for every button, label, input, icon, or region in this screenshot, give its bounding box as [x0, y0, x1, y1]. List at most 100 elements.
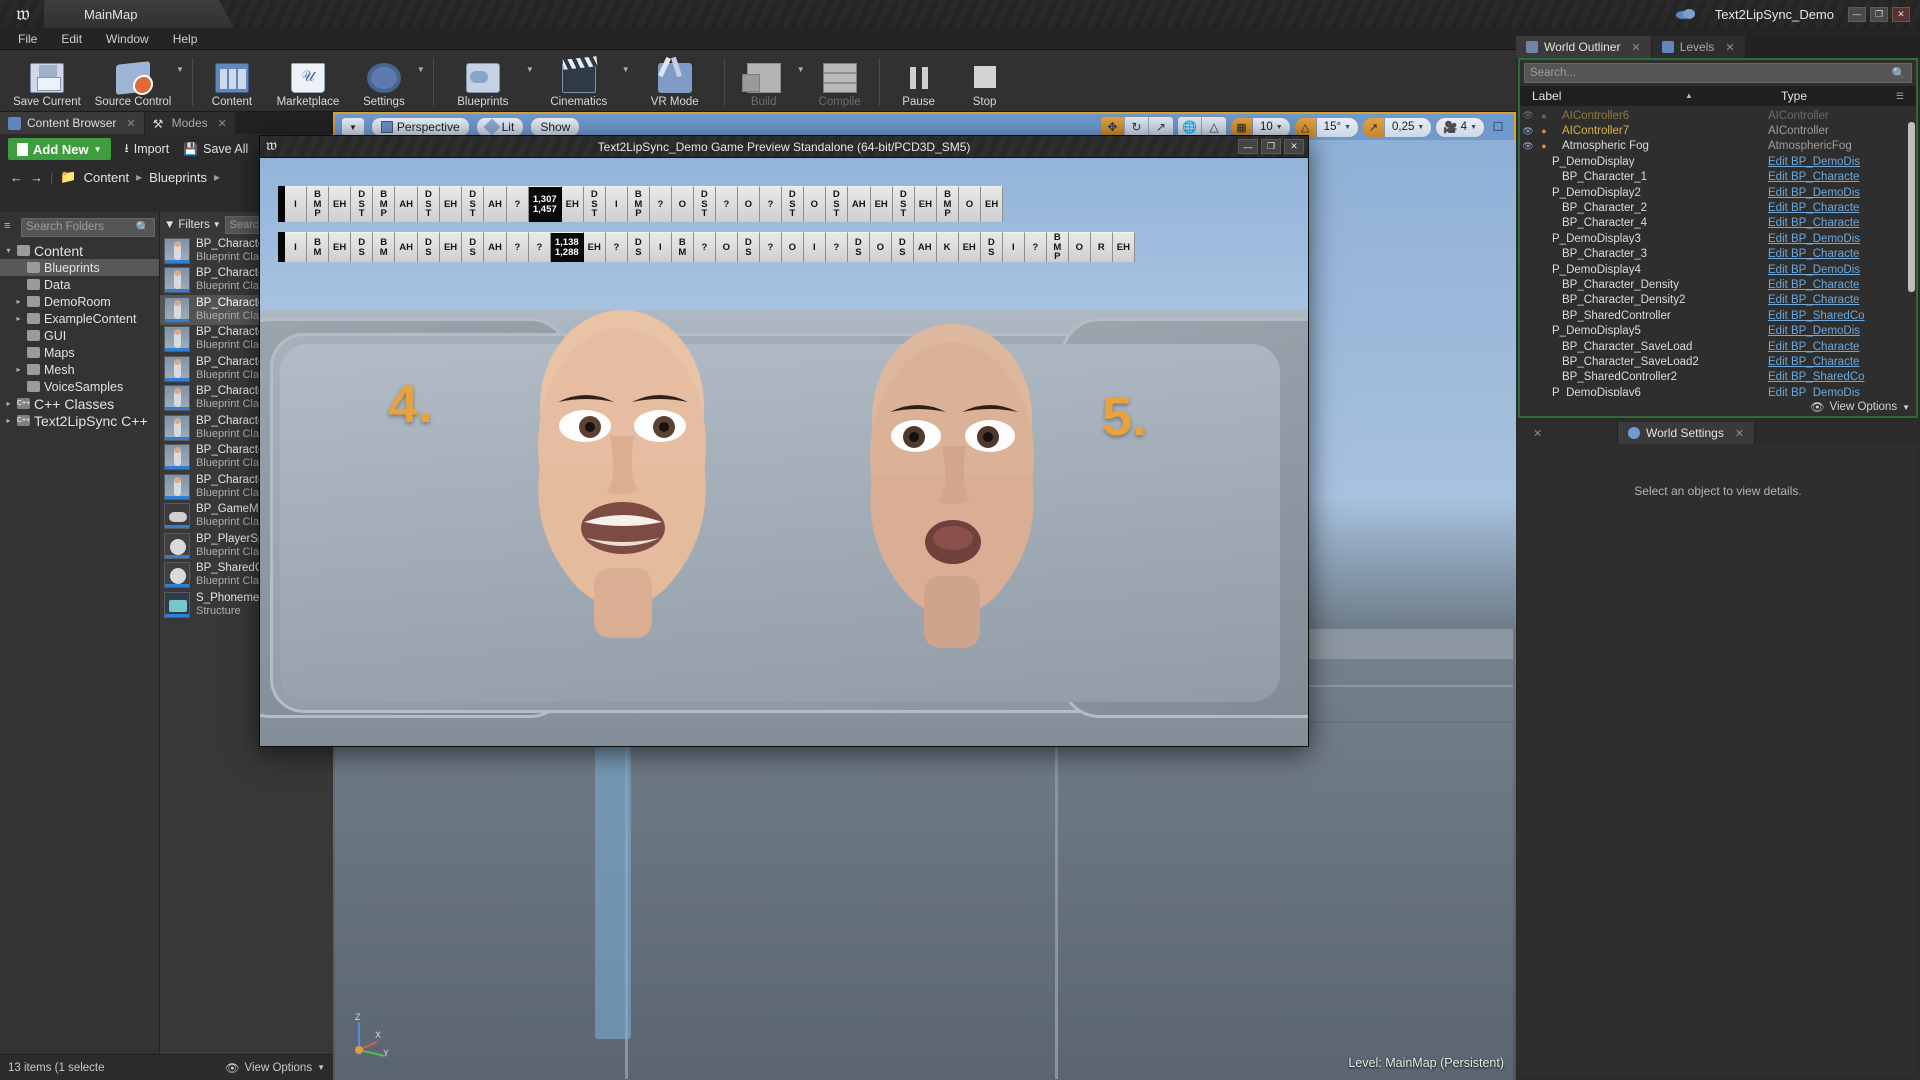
tab-close-icon[interactable]: ✕ [218, 117, 227, 130]
settings-button[interactable]: Settings [351, 53, 417, 111]
outliner-row[interactable]: P_DemoDisplay3 Edit BP_DemoDis [1520, 231, 1916, 246]
outliner-edit-link[interactable]: Edit BP_SharedCo [1768, 310, 1865, 322]
blueprints-button[interactable]: Blueprints [440, 53, 526, 111]
outliner-column-label[interactable]: Label [1520, 89, 1775, 103]
outliner-row[interactable]: BP_Character_1 Edit BP_Characte [1520, 170, 1916, 185]
tree-twisty-icon[interactable]: ▸ [4, 399, 13, 408]
tree-twisty-icon[interactable]: ▸ [14, 314, 23, 323]
folder-tree-item[interactable]: ▸ C++ C++ Classes [0, 395, 159, 412]
maximize-viewport-icon[interactable]: ☐ [1488, 118, 1508, 136]
view-mode-button[interactable]: Lit [475, 117, 525, 137]
outliner-edit-link[interactable]: Edit BP_Characte [1768, 341, 1859, 353]
nav-back-icon[interactable]: ← [10, 170, 23, 185]
outliner-view-options-button[interactable]: 👁 View Options ▼ [1810, 400, 1910, 414]
outliner-edit-link[interactable]: Edit BP_DemoDis [1768, 264, 1860, 276]
source-control-caret-icon[interactable]: ▼ [176, 65, 184, 74]
cinematics-button[interactable]: Cinematics [536, 53, 622, 111]
settings-caret-icon[interactable]: ▼ [417, 65, 425, 74]
menu-item-edit[interactable]: Edit [49, 30, 94, 48]
visibility-eye-icon[interactable]: 👁 [1520, 141, 1536, 152]
phoneme-row-top[interactable]: I B M P EH D S T B M P AH D S T EH D S T AH? 1,307 1,457 EH D S T… [278, 186, 1004, 222]
tab-world-outliner[interactable]: World Outliner ✕ [1516, 36, 1652, 58]
add-new-button[interactable]: Add New ▼ [8, 138, 111, 160]
outliner-row[interactable]: 👁 ● Atmospheric Fog AtmosphericFog [1520, 139, 1916, 154]
outliner-row[interactable]: P_DemoDisplay Edit BP_DemoDis [1520, 154, 1916, 169]
game-window-maximize-button[interactable]: ❐ [1261, 139, 1281, 154]
content-view-options-button[interactable]: 👁 View Options ▼ [225, 1061, 325, 1075]
outliner-edit-link[interactable]: Edit BP_Characte [1768, 202, 1859, 214]
compile-button[interactable]: Compile [807, 53, 873, 111]
viewport-options-button[interactable]: ▼ [341, 117, 365, 137]
tab-close-icon[interactable]: ✕ [126, 117, 135, 130]
tree-twisty-icon[interactable]: ▸ [4, 416, 13, 425]
folder-tree-item[interactable]: ▸ Mesh [0, 361, 159, 378]
outliner-edit-link[interactable]: Edit BP_DemoDis [1768, 156, 1860, 168]
blueprints-caret-icon[interactable]: ▼ [526, 65, 534, 74]
folder-tree-item[interactable]: GUI [0, 327, 159, 344]
outliner-row[interactable]: BP_Character_4 Edit BP_Characte [1520, 216, 1916, 231]
outliner-edit-link[interactable]: Edit BP_Characte [1768, 356, 1859, 368]
outliner-edit-link[interactable]: Edit BP_Characte [1768, 217, 1859, 229]
nav-forward-icon[interactable]: → [30, 170, 43, 185]
tab-content-browser[interactable]: Content Browser ✕ [0, 112, 145, 134]
tab-close-icon[interactable]: ✕ [1725, 41, 1734, 54]
visibility-eye-icon[interactable]: 👁 [1520, 110, 1536, 121]
show-flags-button[interactable]: Show [530, 117, 581, 137]
outliner-row[interactable]: P_DemoDisplay5 Edit BP_DemoDis [1520, 323, 1916, 338]
window-close-button[interactable]: ✕ [1892, 6, 1910, 22]
outliner-row[interactable]: BP_Character_SaveLoad Edit BP_Characte [1520, 339, 1916, 354]
angle-snap-value[interactable]: 15° ▼ [1316, 116, 1359, 138]
outliner-edit-link[interactable]: Edit BP_DemoDis [1768, 387, 1860, 396]
outliner-column-type[interactable]: Type [1775, 89, 1807, 103]
game-scene[interactable]: 4. 5. I B M P EH D S T B M P AH D S T EH… [260, 158, 1308, 746]
visibility-eye-icon[interactable]: 👁 [1520, 126, 1536, 137]
folder-tree-item[interactable]: VoiceSamples [0, 378, 159, 395]
outliner-edit-link[interactable]: Edit BP_DemoDis [1768, 233, 1860, 245]
window-minimize-button[interactable]: — [1848, 6, 1866, 22]
column-filter-icon[interactable]: ☰ [1896, 91, 1904, 102]
source-control-button[interactable]: Source Control [90, 53, 176, 111]
breadcrumb-blueprints[interactable]: Blueprints [149, 170, 207, 185]
game-window-close-button[interactable]: ✕ [1284, 139, 1304, 154]
outliner-row[interactable]: BP_SharedController2 Edit BP_SharedCo [1520, 370, 1916, 385]
tab-close-icon[interactable]: ✕ [1735, 427, 1744, 440]
phoneme-row-bottom[interactable]: I B M EH D S B M AH D S EH D S AH?? 1,138 1,288 EH? D S I B M?… [278, 232, 1135, 262]
content-button[interactable]: Content [199, 53, 265, 111]
vr-mode-button[interactable]: VR Mode [632, 53, 718, 111]
folder-tree-item[interactable]: ▸ ExampleContent [0, 310, 159, 327]
camera-speed-button[interactable]: 🎥 4 ▼ [1435, 116, 1485, 138]
outliner-row[interactable]: BP_Character_3 Edit BP_Characte [1520, 247, 1916, 262]
folder-tree-item[interactable]: ▾ Content [0, 242, 159, 259]
outliner-scrollbar[interactable] [1908, 122, 1915, 292]
tree-toggle-icon[interactable]: ≡ [4, 220, 18, 234]
outliner-row[interactable]: BP_Character_Density Edit BP_Characte [1520, 277, 1916, 292]
window-maximize-button[interactable]: ❐ [1870, 6, 1888, 22]
outliner-edit-link[interactable]: Edit BP_DemoDis [1768, 325, 1860, 337]
outliner-edit-link[interactable]: Edit BP_Characte [1768, 294, 1859, 306]
outliner-edit-link[interactable]: Edit BP_Characte [1768, 248, 1859, 260]
build-caret-icon[interactable]: ▼ [797, 65, 805, 74]
outliner-row[interactable]: BP_Character_2 Edit BP_Characte [1520, 200, 1916, 215]
pause-button[interactable]: Pause [886, 53, 952, 111]
tree-twisty-icon[interactable]: ▸ [14, 365, 23, 374]
folder-tree-item[interactable]: ▸ C++ Text2LipSync C++ [0, 412, 159, 429]
folder-tree-item[interactable]: Blueprints [0, 259, 159, 276]
map-tab[interactable]: MainMap [44, 0, 234, 28]
outliner-row[interactable]: P_DemoDisplay4 Edit BP_DemoDis [1520, 262, 1916, 277]
cloud-icon[interactable] [1675, 6, 1697, 22]
cinematics-caret-icon[interactable]: ▼ [622, 65, 630, 74]
tab-levels[interactable]: Levels ✕ [1651, 36, 1746, 58]
outliner-list[interactable]: 👁 ● AIController6 AIController 👁 ● AIControlle… [1520, 108, 1916, 396]
outliner-row[interactable]: BP_SharedController Edit BP_SharedCo [1520, 308, 1916, 323]
folder-tree-item[interactable]: Data [0, 276, 159, 293]
stop-button[interactable]: Stop [952, 53, 1018, 111]
game-window-minimize-button[interactable]: — [1238, 139, 1258, 154]
outliner-edit-link[interactable]: Edit BP_Characte [1768, 171, 1859, 183]
outliner-row[interactable]: 👁 ● AIController7 AIController [1520, 123, 1916, 138]
tree-twisty-icon[interactable]: ▸ [14, 297, 23, 306]
outliner-search-input[interactable]: Search... 🔍 [1524, 63, 1912, 83]
outliner-edit-link[interactable]: Edit BP_Characte [1768, 279, 1859, 291]
build-button[interactable]: Build [731, 53, 797, 111]
folder-tree-item[interactable]: Maps [0, 344, 159, 361]
import-button[interactable]: ⭳ Import [125, 139, 170, 160]
